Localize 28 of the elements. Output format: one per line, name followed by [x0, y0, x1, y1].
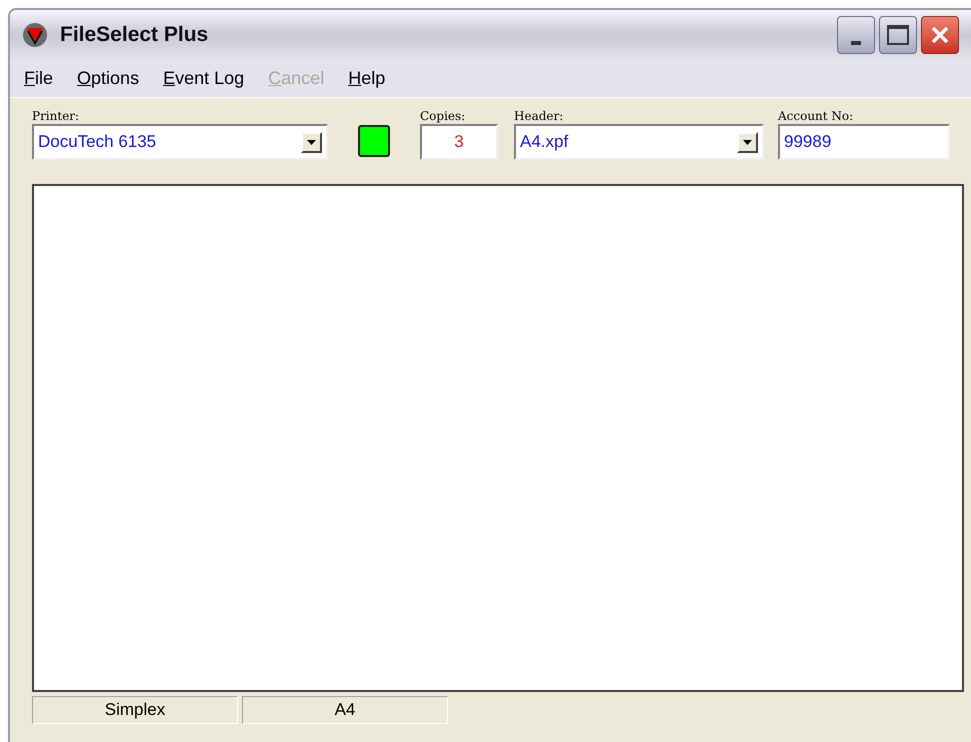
dropdown-button[interactable]: [301, 132, 322, 152]
field-label: Copies:: [420, 108, 466, 124]
status-bar-panel: A4: [242, 696, 448, 724]
copies-field[interactable]: 3: [420, 124, 498, 160]
close-button[interactable]: [921, 16, 959, 54]
caret-icon: [307, 140, 316, 144]
field-value: 3: [454, 131, 464, 154]
caret-icon: [743, 140, 752, 144]
close-icon: [930, 25, 950, 45]
field-label: Account No:: [778, 108, 854, 124]
field-value: DocuTech 6135: [38, 131, 156, 154]
menu-item[interactable]: Event Log: [163, 65, 244, 92]
maximize-button[interactable]: [879, 16, 917, 54]
app-logo-icon: [22, 22, 48, 48]
field-value: A4.xpf: [520, 131, 568, 154]
dropdown-button[interactable]: [737, 132, 758, 152]
field-value: 99989: [784, 131, 832, 154]
status-bar-panel: Simplex: [32, 696, 238, 724]
field-label: Printer:: [32, 108, 80, 124]
field-label: Header:: [514, 108, 564, 124]
dropdown-field[interactable]: A4.xpf: [514, 124, 764, 160]
menu-item[interactable]: Options: [77, 65, 140, 92]
menu-item[interactable]: Help: [348, 65, 386, 92]
window-title: FileSelect Plus: [60, 22, 210, 48]
account-field[interactable]: 99989: [778, 124, 950, 160]
dropdown-field[interactable]: DocuTech 6135: [32, 124, 328, 160]
menu-item[interactable]: File: [24, 65, 54, 92]
minimize-button[interactable]: [837, 16, 875, 54]
